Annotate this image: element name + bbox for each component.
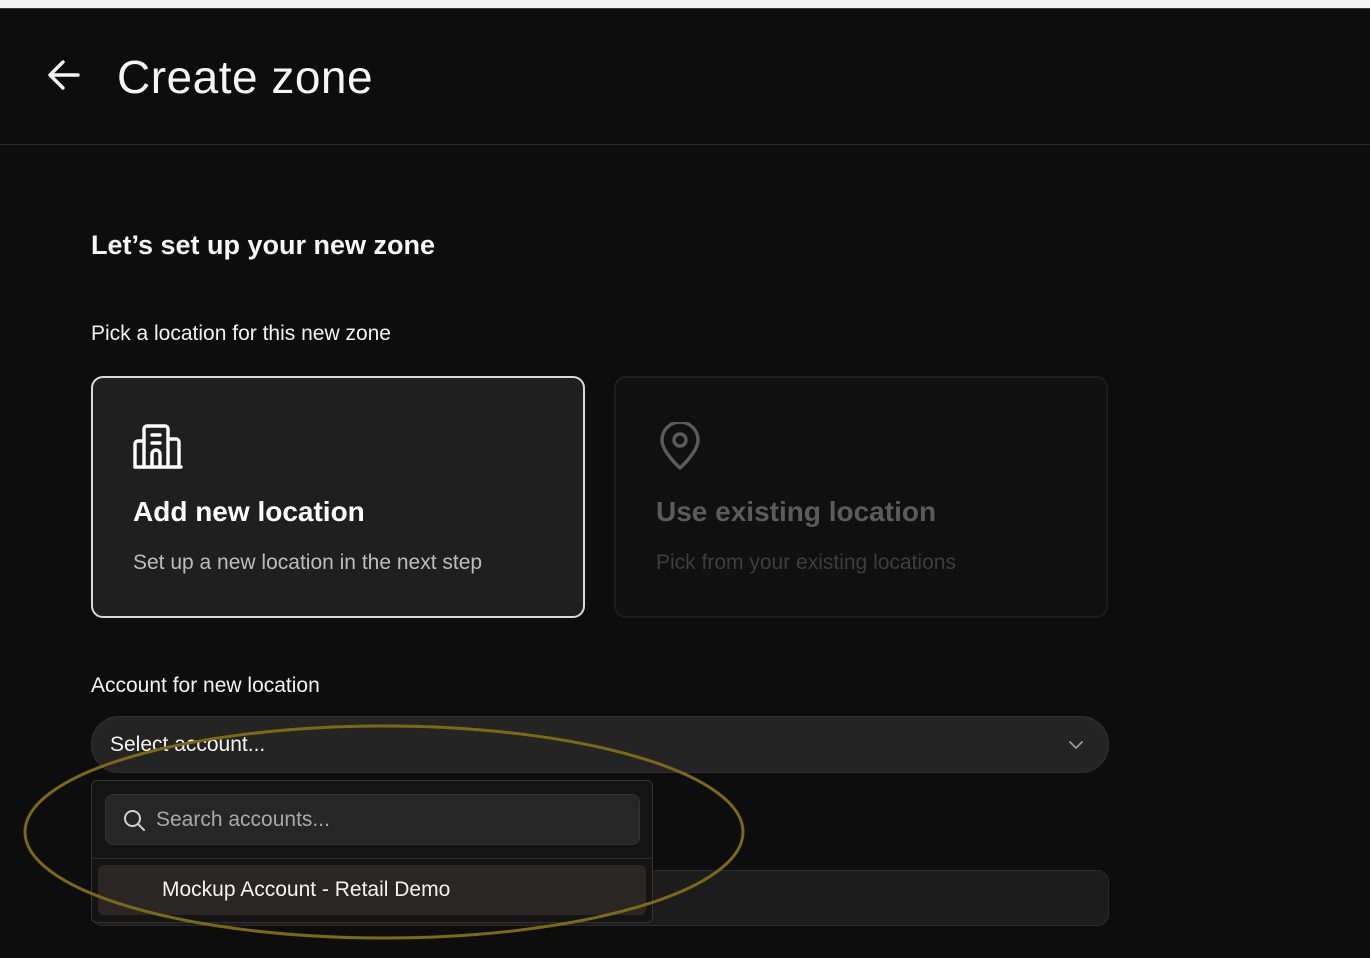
arrow-left-icon xyxy=(48,60,80,90)
back-button[interactable] xyxy=(42,53,86,97)
map-pin-icon xyxy=(660,422,700,470)
account-option-label: Mockup Account - Retail Demo xyxy=(162,878,451,901)
search-icon xyxy=(124,810,145,831)
account-option[interactable]: Mockup Account - Retail Demo xyxy=(98,865,646,915)
account-dropdown: Mockup Account - Retail Demo xyxy=(91,780,653,923)
page-header: Create zone xyxy=(0,9,1370,145)
add-new-location-card[interactable]: Add new location Set up a new location i… xyxy=(91,376,585,618)
search-accounts-input[interactable] xyxy=(156,803,626,837)
location-label: Pick a location for this new zone xyxy=(91,322,391,345)
card-title: Add new location xyxy=(133,496,365,527)
page-title: Create zone xyxy=(117,51,374,103)
building-icon xyxy=(133,424,183,469)
search-box xyxy=(105,794,640,845)
dropdown-divider xyxy=(92,858,652,859)
card-subtitle: Set up a new location in the next step xyxy=(133,551,483,574)
use-existing-location-card[interactable]: Use existing location Pick from your exi… xyxy=(614,376,1108,618)
card-title: Use existing location xyxy=(656,496,937,527)
account-select-value: Select account... xyxy=(110,733,266,756)
window-top-edge xyxy=(0,0,1370,9)
account-label: Account for new location xyxy=(91,674,320,697)
section-title: Let’s set up your new zone xyxy=(91,230,436,260)
chevron-down-icon xyxy=(1069,741,1083,749)
account-select[interactable]: Select account... xyxy=(91,716,1109,773)
card-subtitle: Pick from your existing locations xyxy=(656,551,956,574)
